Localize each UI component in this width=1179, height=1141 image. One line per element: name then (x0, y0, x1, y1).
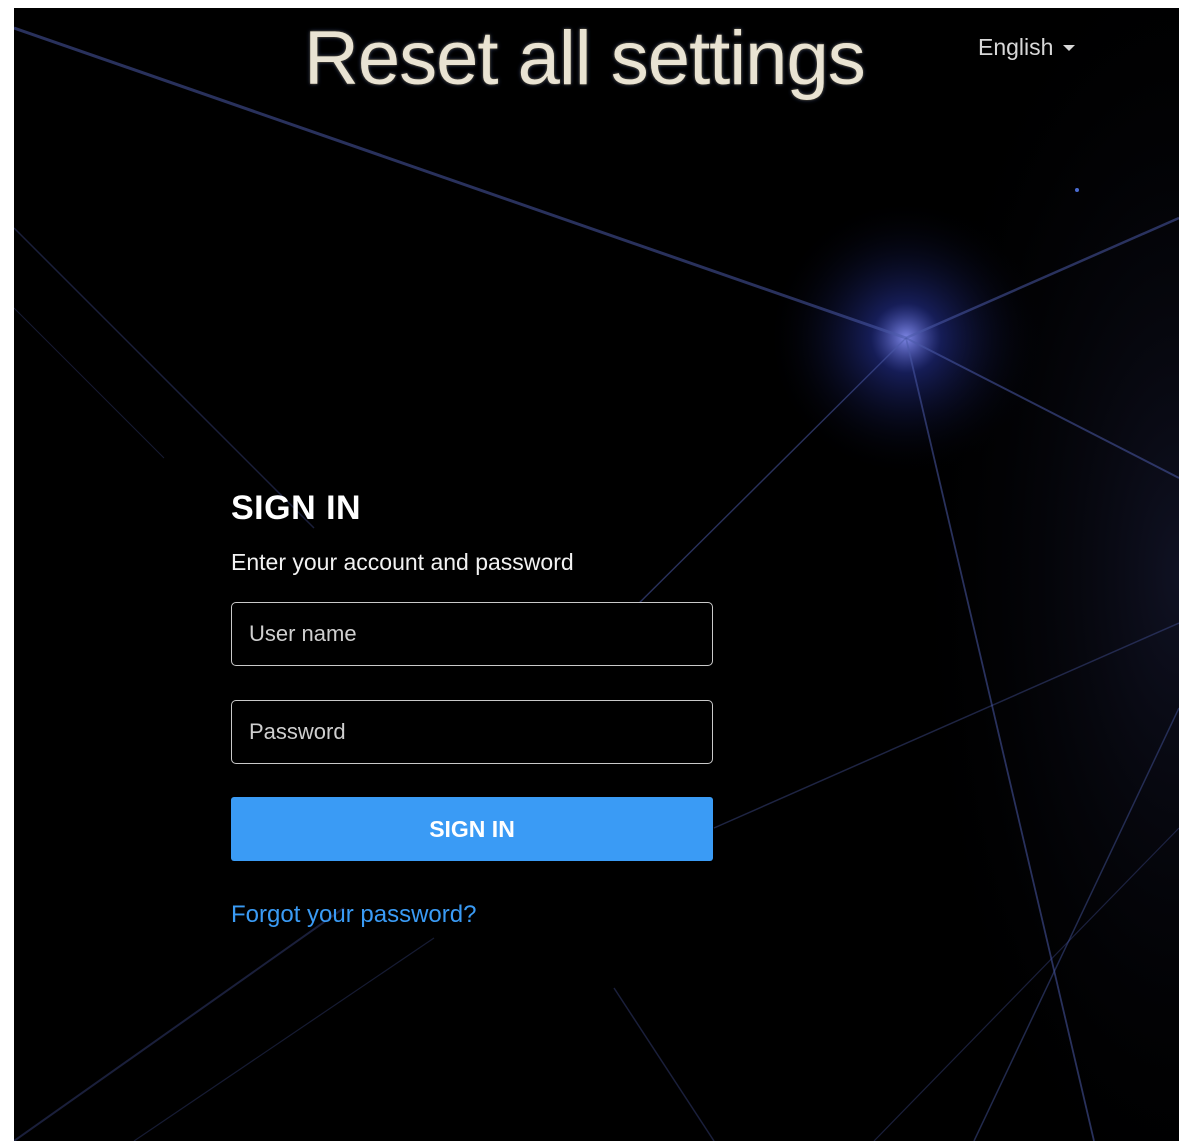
sign-in-button[interactable]: SIGN IN (231, 797, 713, 861)
sign-in-title: SIGN IN (231, 489, 362, 527)
sign-in-form: SIGN IN Enter your account and password … (231, 488, 713, 929)
sign-in-subtitle: Enter your account and password (231, 549, 574, 575)
language-selector[interactable]: English (978, 34, 1076, 61)
username-input[interactable] (231, 602, 713, 666)
password-input[interactable] (231, 700, 713, 764)
login-page: Reset all settings English SIGN IN Enter… (14, 8, 1179, 1141)
forgot-password-link[interactable]: Forgot your password? (231, 901, 476, 929)
language-label: English (978, 34, 1054, 60)
reset-settings-banner: Reset all settings (304, 16, 866, 101)
caret-down-icon (1063, 44, 1076, 51)
